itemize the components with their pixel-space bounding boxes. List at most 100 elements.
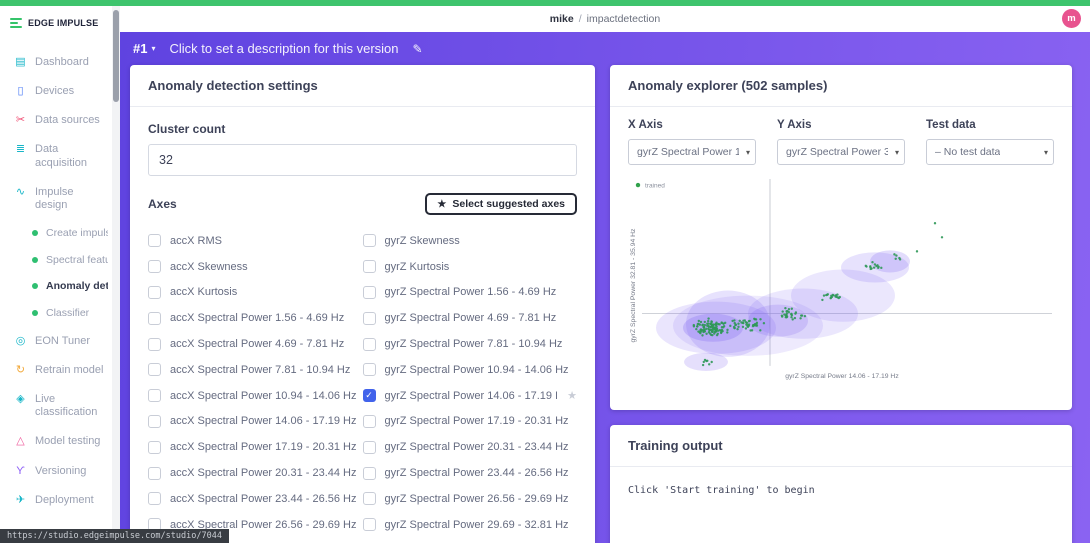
x-axis-select[interactable]: gyrZ Spectral Power 14.06 ▾ <box>628 139 756 165</box>
axis-checkbox-row[interactable]: gyrZ Spectral Power 20.31 - 23.44 Hz <box>363 434 578 460</box>
checkbox-icon[interactable] <box>148 415 161 428</box>
training-card-title: Training output <box>610 425 1072 467</box>
sidebar-item-versioning[interactable]: ϒVersioning <box>0 457 112 486</box>
select-suggested-axes-button[interactable]: ★ Select suggested axes <box>425 193 577 215</box>
settings-card-title: Anomaly detection settings <box>130 65 595 107</box>
checkbox-checked-icon[interactable]: ✓ <box>363 389 376 402</box>
version-description[interactable]: Click to set a description for this vers… <box>169 41 398 56</box>
trained-sample-dot <box>941 236 943 238</box>
checkbox-icon[interactable] <box>363 338 376 351</box>
axis-checkbox-row[interactable]: gyrZ Spectral Power 26.56 - 29.69 Hz <box>363 486 578 512</box>
devices-icon: ▯ <box>14 85 27 98</box>
trained-sample-dot <box>745 321 747 323</box>
axis-checkbox-row[interactable]: gyrZ Spectral Power 1.56 - 4.69 Hz <box>363 280 578 306</box>
cluster-count-input[interactable] <box>148 144 577 176</box>
axis-checkbox-row[interactable]: accX RMS <box>148 228 363 254</box>
axis-checkbox-row[interactable]: accX Skewness <box>148 254 363 280</box>
checkbox-icon[interactable] <box>363 441 376 454</box>
checkbox-icon[interactable] <box>363 467 376 480</box>
trained-sample-dot <box>711 331 713 333</box>
trained-sample-dot <box>711 361 713 363</box>
sidebar-item-model-testing[interactable]: △Model testing <box>0 427 112 456</box>
checkbox-icon[interactable] <box>363 312 376 325</box>
checkbox-icon[interactable] <box>148 260 161 273</box>
axis-checkbox-row[interactable]: accX Spectral Power 4.69 - 7.81 Hz <box>148 331 363 357</box>
edge-impulse-logo[interactable]: EDGE IMPULSE <box>0 6 112 36</box>
sidebar-item-dashboard[interactable]: ▤Dashboard <box>0 48 112 77</box>
checkbox-icon[interactable] <box>363 363 376 376</box>
checkbox-icon[interactable] <box>363 492 376 505</box>
axis-checkbox-row[interactable]: gyrZ Skewness <box>363 228 578 254</box>
sidebar-item-classifier[interactable]: Classifier <box>0 300 112 327</box>
axis-checkbox-row[interactable]: gyrZ Spectral Power 10.94 - 14.06 Hz <box>363 357 578 383</box>
trained-sample-dot <box>823 294 825 296</box>
checkbox-icon[interactable] <box>148 389 161 402</box>
trained-sample-dot <box>697 323 699 325</box>
trained-sample-dot <box>693 324 695 326</box>
sidebar-item-devices[interactable]: ▯Devices <box>0 77 112 106</box>
axis-checkbox-row[interactable]: accX Kurtosis <box>148 280 363 306</box>
checkbox-icon[interactable] <box>363 415 376 428</box>
breadcrumb-project[interactable]: impactdetection <box>587 13 661 25</box>
link-preview: https://studio.edgeimpulse.com/studio/70… <box>0 529 229 543</box>
trained-sample-dot <box>781 314 783 316</box>
checkbox-icon[interactable] <box>148 363 161 376</box>
axis-checkbox-row[interactable]: gyrZ Kurtosis <box>363 254 578 280</box>
y-axis-select[interactable]: gyrZ Spectral Power 32.81 ▾ <box>777 139 905 165</box>
sidebar-item-data-acquisition[interactable]: ≣Data acquisition <box>0 135 112 177</box>
trained-sample-dot <box>893 253 895 255</box>
checkbox-icon[interactable] <box>363 286 376 299</box>
checkbox-icon[interactable] <box>148 286 161 299</box>
axis-checkbox-label: accX Kurtosis <box>170 286 237 298</box>
sidebar-scrollbar[interactable] <box>112 6 120 543</box>
axis-checkbox-row[interactable]: accX Spectral Power 17.19 - 20.31 Hz <box>148 434 363 460</box>
test-data-select[interactable]: – No test data ▾ <box>926 139 1054 165</box>
axis-checkbox-row[interactable]: gyrZ Spectral Power 29.69 - 32.81 Hz <box>363 512 578 538</box>
avatar[interactable]: m <box>1062 9 1081 28</box>
axis-checkbox-row[interactable]: accX Spectral Power 7.81 - 10.94 Hz <box>148 357 363 383</box>
trained-sample-dot <box>791 308 793 310</box>
sidebar-item-anomaly-detection[interactable]: Anomaly detection <box>0 273 112 300</box>
axis-checkbox-row[interactable]: gyrZ Spectral Power 7.81 - 10.94 Hz <box>363 331 578 357</box>
checkbox-icon[interactable] <box>148 338 161 351</box>
axis-checkbox-row[interactable]: gyrZ Spectral Power 17.19 - 20.31 Hz <box>363 409 578 435</box>
sidebar-item-impulse-design[interactable]: ∿Impulse design <box>0 178 112 220</box>
checkbox-icon[interactable] <box>363 234 376 247</box>
checkbox-icon[interactable] <box>363 518 376 531</box>
trained-sample-dot <box>715 322 717 324</box>
axis-checkbox-row[interactable]: accX Spectral Power 20.31 - 23.44 Hz <box>148 460 363 486</box>
checkbox-icon[interactable] <box>148 441 161 454</box>
top-progress-bar <box>0 0 1090 6</box>
breadcrumb-user[interactable]: mike <box>550 13 574 25</box>
axis-checkbox-row[interactable]: ✓gyrZ Spectral Power 32.81 - 35.94 Hz★ <box>363 538 578 543</box>
checkbox-icon[interactable] <box>148 234 161 247</box>
trained-sample-dot <box>726 329 728 331</box>
trained-sample-dot <box>804 315 806 317</box>
axis-checkbox-row[interactable]: gyrZ Spectral Power 4.69 - 7.81 Hz <box>363 305 578 331</box>
sidebar-item-deployment[interactable]: ✈Deployment <box>0 486 112 515</box>
impulse-design-icon: ∿ <box>14 186 27 199</box>
axis-checkbox-row[interactable]: accX Spectral Power 10.94 - 14.06 Hz <box>148 383 363 409</box>
x-axis-label: X Axis <box>628 119 756 131</box>
version-selector[interactable]: #1 ▾ <box>133 41 155 56</box>
sidebar-item-spectral-features[interactable]: Spectral features <box>0 247 112 274</box>
checkbox-icon[interactable] <box>148 312 161 325</box>
axis-checkbox-row[interactable]: gyrZ Spectral Power 23.44 - 26.56 Hz <box>363 460 578 486</box>
checkbox-icon[interactable] <box>148 492 161 505</box>
sidebar-item-create-impulse[interactable]: Create impulse <box>0 220 112 247</box>
sidebar-item-live-classification[interactable]: ◈Live classification <box>0 385 112 427</box>
checkbox-icon[interactable] <box>148 467 161 480</box>
checkbox-icon[interactable] <box>363 260 376 273</box>
axis-checkbox-row[interactable]: accX Spectral Power 1.56 - 4.69 Hz <box>148 305 363 331</box>
axis-checkbox-row[interactable]: accX Spectral Power 14.06 - 17.19 Hz <box>148 409 363 435</box>
sidebar-item-data-sources[interactable]: ✂Data sources <box>0 106 112 135</box>
axis-checkbox-row[interactable]: ✓gyrZ Spectral Power 14.06 - 17.19 Hz★ <box>363 383 578 409</box>
sidebar-item-eon-tuner[interactable]: ◎EON Tuner <box>0 327 112 356</box>
anomaly-plot[interactable]: trained gyrZ Spectral Power 14.06 - 17.1… <box>628 175 1054 381</box>
model-testing-icon: △ <box>14 435 27 448</box>
axis-checkbox-label: gyrZ Spectral Power 10.94 - 14.06 Hz <box>385 364 569 376</box>
sidebar-item-retrain-model[interactable]: ↻Retrain model <box>0 356 112 385</box>
scrollbar-thumb[interactable] <box>113 10 119 102</box>
edit-icon[interactable]: ✎ <box>413 42 423 56</box>
axis-checkbox-row[interactable]: accX Spectral Power 23.44 - 26.56 Hz <box>148 486 363 512</box>
